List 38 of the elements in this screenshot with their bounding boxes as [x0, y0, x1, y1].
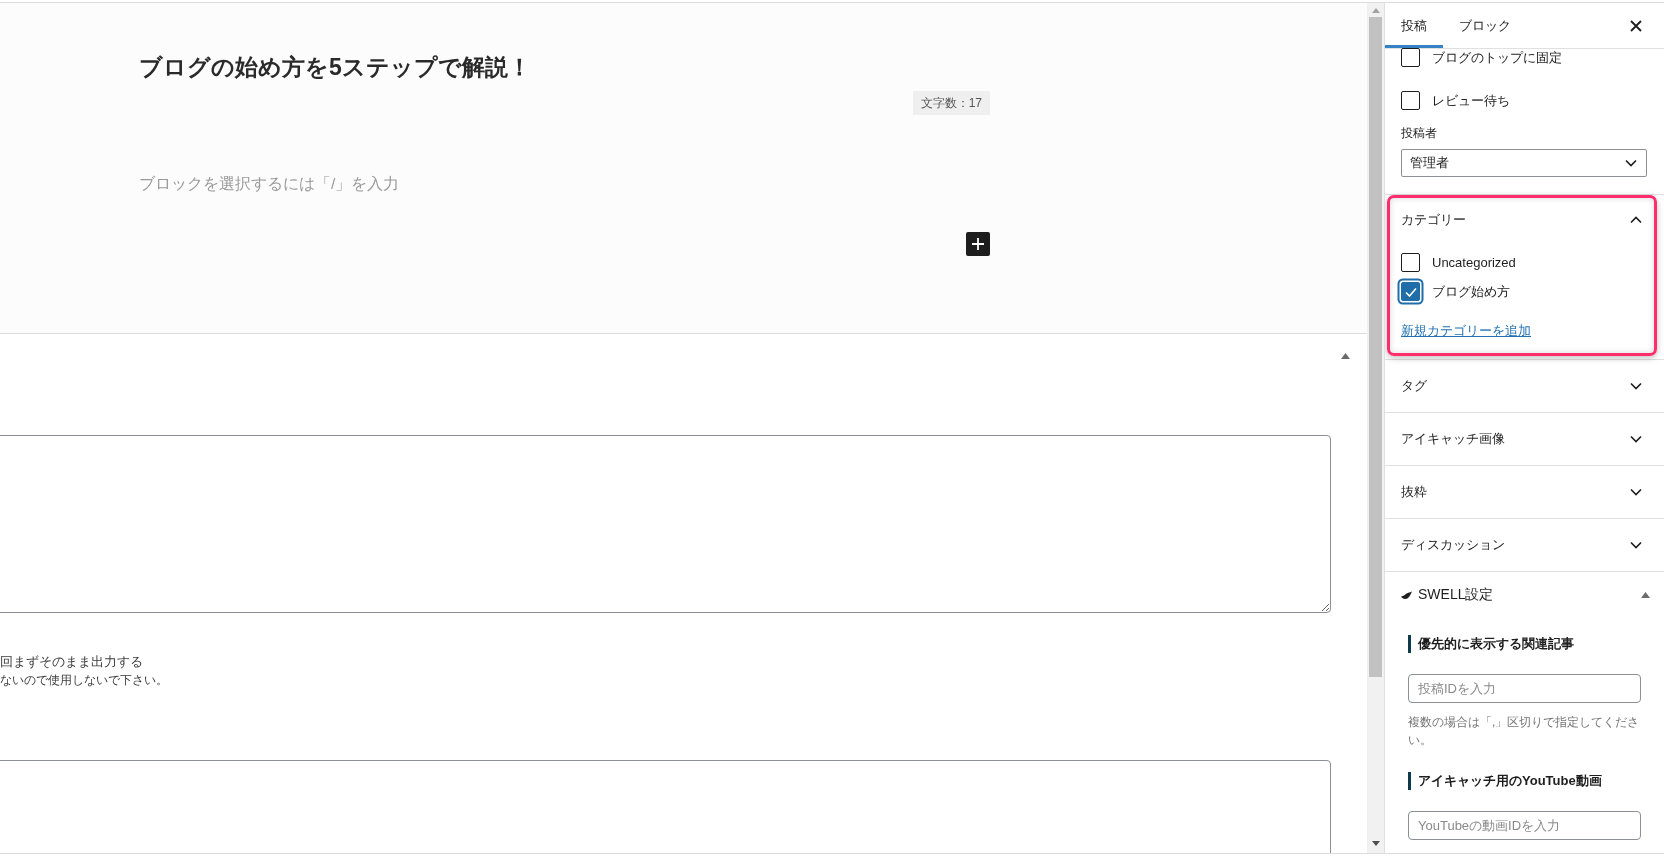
checkbox[interactable]: [1401, 48, 1420, 67]
checkbox[interactable]: [1401, 253, 1420, 272]
checkbox-label: レビュー待ち: [1432, 91, 1510, 110]
character-count: 文字数：17: [912, 91, 990, 115]
tab[interactable]: ブロック: [1443, 3, 1527, 48]
text-field[interactable]: YouTubeの動画IDを入力: [1408, 811, 1641, 840]
checkbox-label: ブログのトップに固定: [1432, 48, 1562, 67]
post-title[interactable]: ブログの始め方を5ステップで解説！: [139, 52, 531, 82]
checkbox-label: Uncategorized: [1432, 253, 1516, 272]
field-label: 投稿者: [1401, 125, 1438, 142]
close-icon[interactable]: [1630, 19, 1642, 32]
checkbox-label: ブログ始め方: [1432, 282, 1510, 301]
triangle-up-icon[interactable]: [1341, 353, 1350, 359]
panel-header[interactable]: アイキャッチ画像: [1385, 413, 1664, 465]
scrollbar[interactable]: [1367, 3, 1384, 853]
option-label: 回まずそのまま出力する: [0, 653, 143, 671]
checkbox[interactable]: [1401, 282, 1420, 301]
option-description: ないので使用しないで下さい。: [0, 672, 168, 689]
add-block-button[interactable]: [966, 232, 990, 256]
panel-header[interactable]: ディスカッション: [1385, 519, 1664, 571]
panel-header[interactable]: タグ: [1385, 360, 1664, 412]
chevron-down-icon: [1625, 159, 1637, 167]
tab[interactable]: 投稿: [1385, 3, 1443, 48]
checkmark-icon: [1404, 286, 1417, 297]
help-text: 複数の場合は「,」区切りで指定してください。: [1408, 714, 1641, 749]
author-select[interactable]: 管理者: [1401, 149, 1647, 177]
scroll-down-icon[interactable]: [1371, 841, 1380, 846]
checkbox[interactable]: [1401, 91, 1420, 110]
swoosh-icon: [1401, 590, 1412, 600]
add-category-link[interactable]: 新規カテゴリーを追加: [1401, 322, 1531, 340]
scrollbar-thumb[interactable]: [1369, 17, 1382, 677]
panel-header[interactable]: 抜粋: [1385, 466, 1664, 518]
text-field[interactable]: 投稿IDを入力: [1408, 674, 1641, 703]
section-heading: アイキャッチ用のYouTube動画: [1408, 772, 1641, 790]
plus-icon: [971, 237, 985, 251]
panel-header[interactable]: カテゴリー: [1385, 195, 1664, 245]
panel-header[interactable]: SWELL設定: [1385, 572, 1664, 618]
section-heading: 優先的に表示する関連記事: [1408, 635, 1641, 653]
